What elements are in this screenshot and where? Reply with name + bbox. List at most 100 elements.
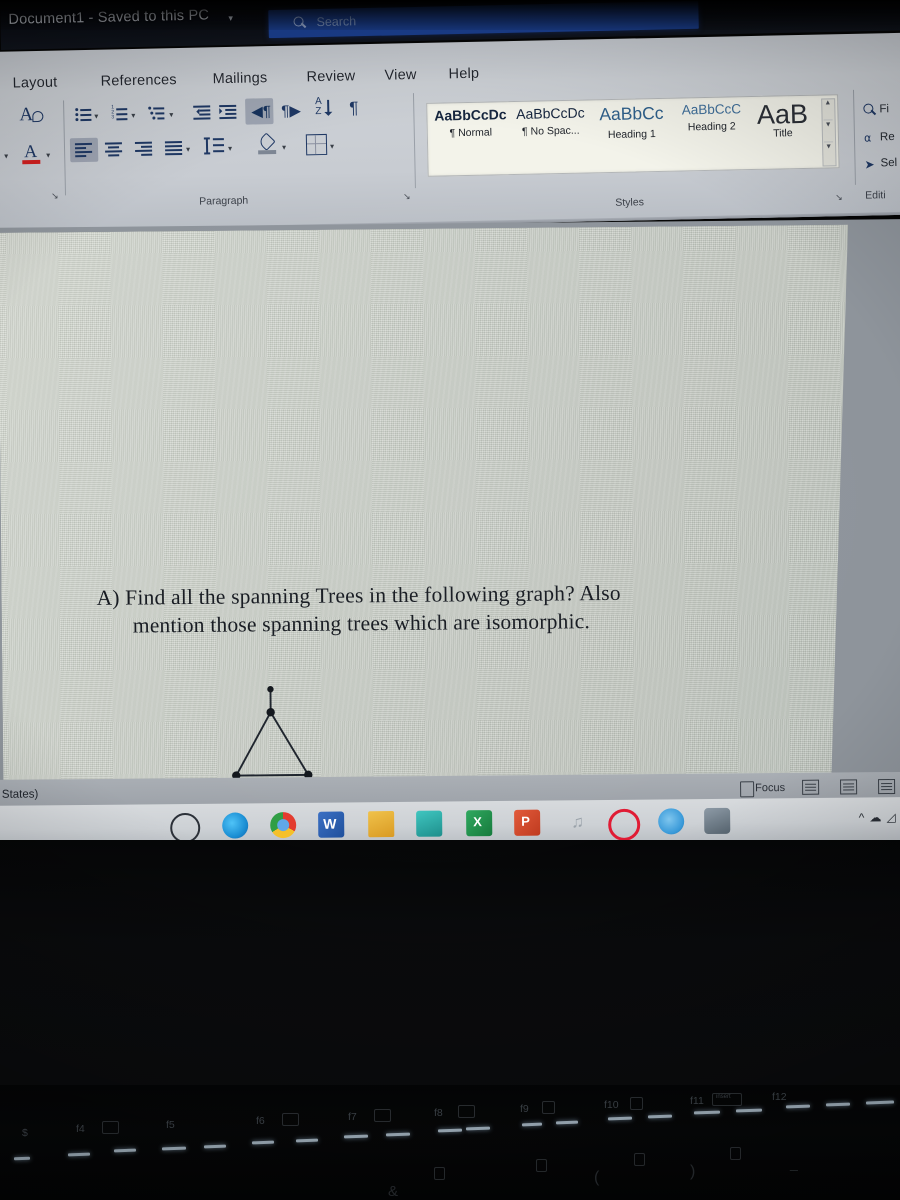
key-f5[interactable]: f5: [166, 1119, 175, 1131]
key-glyph-8: [536, 1159, 547, 1172]
sort-az-icon[interactable]: A Z: [315, 96, 337, 123]
search-box[interactable]: Search: [268, 0, 699, 39]
line-spacing-icon[interactable]: [203, 137, 226, 157]
question-line-2: mention those spanning trees which are i…: [132, 609, 591, 638]
photos-icon[interactable]: [704, 807, 731, 835]
tab-view[interactable]: View: [384, 67, 416, 84]
opera-icon[interactable]: [608, 808, 641, 841]
tab-layout[interactable]: Layout: [12, 75, 57, 92]
font-color-caret-left-icon[interactable]: ▾: [4, 152, 8, 161]
web-layout-icon[interactable]: [878, 779, 896, 795]
key-f10[interactable]: f10: [604, 1099, 619, 1111]
font-color-dropdown-icon[interactable]: ▾: [46, 151, 50, 160]
show-formatting-marks-icon[interactable]: ¶: [349, 98, 359, 118]
key-esc-label[interactable]: $: [22, 1127, 28, 1139]
tab-review[interactable]: Review: [306, 68, 355, 85]
tab-references[interactable]: References: [100, 72, 176, 90]
key-f12[interactable]: f12: [772, 1091, 787, 1103]
tab-help[interactable]: Help: [448, 66, 479, 83]
select-icon[interactable]: ➤: [864, 157, 874, 171]
key-backlight: [647, 1114, 673, 1119]
key-paren-close[interactable]: ): [690, 1163, 695, 1181]
multilevel-list-icon[interactable]: [148, 106, 165, 120]
key-paren-open[interactable]: (: [594, 1169, 599, 1187]
scroll-down-icon[interactable]: ▼: [823, 121, 834, 143]
styles-more-icon[interactable]: ▼: [824, 143, 833, 163]
document-canvas: A) Find all the spanning Trees in the fo…: [0, 218, 900, 838]
style-normal[interactable]: AaBbCcDc ¶ Normal: [433, 106, 508, 140]
borders-icon[interactable]: [305, 133, 328, 156]
key-underscore[interactable]: _: [790, 1155, 798, 1171]
numbered-list-caret-icon[interactable]: ▾: [131, 111, 135, 120]
multilevel-list-caret-icon[interactable]: ▾: [169, 110, 173, 119]
justify-caret-icon[interactable]: ▾: [186, 145, 190, 154]
system-tray[interactable]: ^☁◿▌: [859, 810, 900, 824]
style-heading-2[interactable]: AaBbCcC Heading 2: [673, 101, 750, 134]
store-icon[interactable]: [416, 810, 443, 837]
paragraph-dialog-launcher[interactable]: ↘: [403, 191, 411, 202]
key-f11[interactable]: f11: [690, 1095, 704, 1107]
style-heading-1[interactable]: AaBbCс Heading 1: [593, 103, 670, 142]
f10-glyph-icon: [630, 1097, 643, 1110]
read-mode-icon[interactable]: [802, 779, 820, 795]
music-icon[interactable]: ♫: [562, 809, 588, 835]
key-backlight: [555, 1120, 579, 1125]
find-label[interactable]: Fi: [879, 103, 889, 115]
f9-glyph-icon: [542, 1101, 555, 1114]
numbered-list-icon[interactable]: 123: [111, 104, 128, 120]
file-explorer-icon[interactable]: [368, 811, 395, 838]
justify-icon[interactable]: [164, 140, 183, 155]
shading-icon[interactable]: [257, 132, 278, 157]
replace-label[interactable]: Re: [880, 131, 895, 143]
replace-icon[interactable]: ⍺: [864, 132, 872, 145]
borders-caret-icon[interactable]: ▾: [330, 142, 334, 151]
focus-label[interactable]: Focus: [755, 782, 785, 794]
focus-mode-icon[interactable]: [740, 781, 755, 798]
key-f4[interactable]: f4: [76, 1123, 85, 1135]
tab-mailings[interactable]: Mailings: [212, 70, 267, 87]
align-left-icon[interactable]: [74, 142, 93, 157]
excel-icon[interactable]: X: [466, 810, 493, 837]
text-effects-icon[interactable]: A: [19, 104, 44, 127]
document-page[interactable]: A) Find all the spanning Trees in the fo…: [0, 225, 854, 833]
browser-icon[interactable]: [658, 808, 685, 835]
styles-gallery-scrollbar[interactable]: ▲ ▼ ▼: [821, 98, 837, 167]
line-spacing-caret-icon[interactable]: ▾: [228, 144, 232, 153]
title-dropdown-caret-icon[interactable]: ▾: [228, 13, 233, 24]
print-layout-icon[interactable]: [840, 779, 858, 795]
powerpoint-icon[interactable]: P: [514, 809, 541, 836]
bullet-list-icon[interactable]: [75, 108, 92, 122]
key-backlight: [865, 1100, 895, 1105]
style-title[interactable]: AaB Title: [751, 99, 814, 140]
styles-gallery[interactable]: AaBbCcDc ¶ Normal AaBbCcDc ¶ No Spac... …: [426, 94, 840, 177]
language-status[interactable]: ited States): [0, 788, 38, 801]
styles-dialog-launcher[interactable]: ↘: [835, 192, 843, 203]
scroll-up-icon[interactable]: ▲: [823, 99, 833, 121]
cortana-circle-icon[interactable]: [170, 812, 201, 844]
select-label[interactable]: Sel: [880, 157, 897, 169]
shading-caret-icon[interactable]: ▾: [282, 143, 286, 152]
find-icon[interactable]: [863, 103, 877, 116]
onedrive-cloud-icon[interactable]: ☁: [869, 810, 886, 824]
key-ampersand[interactable]: &: [388, 1183, 398, 1200]
document-title: Document1 - Saved to this PC: [8, 7, 210, 28]
key-f8[interactable]: f8: [434, 1107, 443, 1119]
bullet-list-caret-icon[interactable]: ▾: [94, 112, 98, 121]
align-right-icon[interactable]: [134, 141, 153, 156]
font-color-icon[interactable]: A: [22, 141, 42, 167]
increase-indent-icon[interactable]: [219, 104, 237, 119]
word-icon[interactable]: W: [318, 811, 345, 838]
key-f6[interactable]: f6: [256, 1115, 265, 1127]
decrease-indent-icon[interactable]: [193, 105, 211, 120]
network-icon[interactable]: ◿: [886, 810, 900, 824]
key-f9[interactable]: f9: [520, 1103, 529, 1115]
align-center-icon[interactable]: [104, 142, 123, 157]
edge-icon[interactable]: [222, 812, 249, 839]
chrome-icon[interactable]: [270, 811, 297, 839]
key-f7[interactable]: f7: [348, 1111, 357, 1123]
left-to-right-icon[interactable]: ◀¶: [251, 102, 271, 120]
style-no-spacing[interactable]: AaBbCcDc ¶ No Spac...: [511, 104, 590, 138]
chevron-up-icon[interactable]: ^: [859, 810, 870, 824]
right-to-left-icon[interactable]: ¶▶: [281, 101, 301, 119]
font-dialog-launcher[interactable]: ↘: [51, 191, 59, 202]
